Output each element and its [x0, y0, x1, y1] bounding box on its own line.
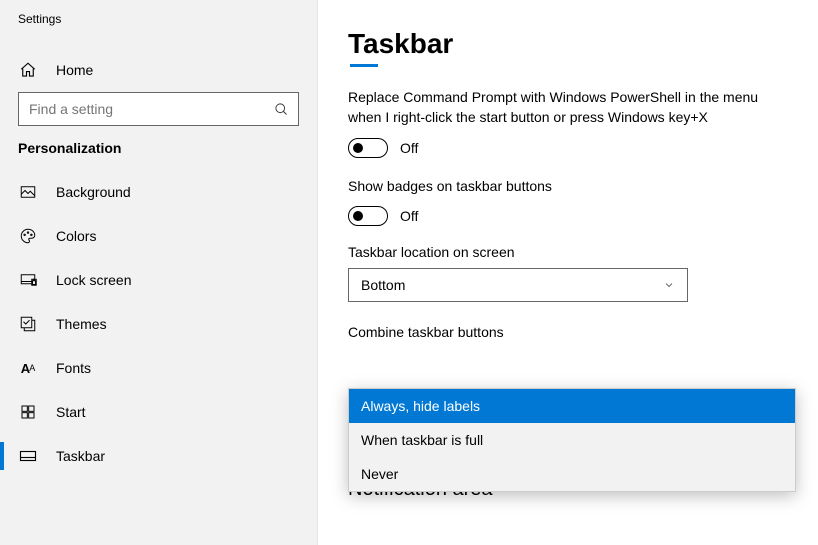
lock-screen-icon	[18, 270, 38, 290]
sidebar-item-label: Themes	[56, 316, 107, 332]
title-underline	[350, 64, 378, 67]
sidebar-item-taskbar[interactable]: Taskbar	[0, 434, 317, 478]
home-icon	[18, 60, 38, 80]
section-label: Personalization	[0, 140, 317, 156]
badges-toggle[interactable]	[348, 206, 388, 226]
dropdown-option-always[interactable]: Always, hide labels	[349, 389, 795, 423]
sidebar-item-label: Fonts	[56, 360, 91, 376]
start-icon	[18, 402, 38, 422]
search-icon	[264, 102, 298, 117]
taskbar-location-select[interactable]: Bottom	[348, 268, 688, 302]
sidebar-item-themes[interactable]: Themes	[0, 302, 317, 346]
dropdown-option-never[interactable]: Never	[349, 457, 795, 491]
sidebar-item-start[interactable]: Start	[0, 390, 317, 434]
chevron-down-icon	[663, 279, 675, 291]
badges-setting-text: Show badges on taskbar buttons	[348, 176, 788, 196]
sidebar-item-background[interactable]: Background	[0, 170, 317, 214]
combine-buttons-label: Combine taskbar buttons	[348, 324, 788, 340]
fonts-icon: AA	[18, 358, 38, 378]
search-field[interactable]	[19, 101, 264, 117]
sidebar-item-label: Colors	[56, 228, 96, 244]
powershell-setting-text: Replace Command Prompt with Windows Powe…	[348, 87, 788, 128]
main-content: Taskbar Replace Command Prompt with Wind…	[318, 0, 818, 501]
sidebar: Settings Home Personalization Background…	[0, 0, 318, 545]
picture-icon	[18, 182, 38, 202]
themes-icon	[18, 314, 38, 334]
palette-icon	[18, 226, 38, 246]
combine-buttons-dropdown: Always, hide labels When taskbar is full…	[348, 388, 796, 492]
powershell-toggle-state: Off	[400, 140, 418, 156]
home-nav[interactable]: Home	[0, 48, 317, 92]
taskbar-location-label: Taskbar location on screen	[348, 244, 788, 260]
badges-toggle-state: Off	[400, 208, 418, 224]
page-title: Taskbar	[348, 28, 788, 60]
sidebar-item-lockscreen[interactable]: Lock screen	[0, 258, 317, 302]
taskbar-icon	[18, 446, 38, 466]
taskbar-location-value: Bottom	[361, 277, 405, 293]
sidebar-item-label: Start	[56, 404, 86, 420]
sidebar-item-label: Background	[56, 184, 131, 200]
dropdown-option-full[interactable]: When taskbar is full	[349, 423, 795, 457]
sidebar-item-label: Taskbar	[56, 448, 105, 464]
home-label: Home	[56, 62, 93, 78]
powershell-toggle[interactable]	[348, 138, 388, 158]
app-title: Settings	[0, 12, 317, 26]
search-input[interactable]	[18, 92, 299, 126]
search-wrap	[0, 92, 317, 126]
sidebar-item-colors[interactable]: Colors	[0, 214, 317, 258]
sidebar-item-label: Lock screen	[56, 272, 131, 288]
sidebar-item-fonts[interactable]: AA Fonts	[0, 346, 317, 390]
